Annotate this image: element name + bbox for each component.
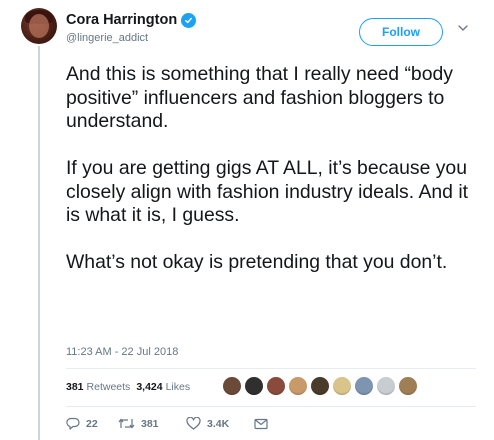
liker-avatar[interactable] — [244, 376, 264, 396]
reply-count: 22 — [86, 417, 98, 430]
reply-icon — [66, 417, 80, 430]
divider — [66, 406, 476, 407]
tweet-text: And this is something that I really need… — [66, 63, 476, 275]
likes-count: 3,424 — [136, 381, 163, 393]
avatar[interactable] — [21, 8, 57, 44]
retweet-button[interactable]: 381 — [118, 417, 186, 430]
direct-message-button[interactable] — [254, 418, 274, 430]
tweet-paragraph: If you are getting gigs AT ALL, it’s bec… — [66, 157, 469, 226]
author-name-row: Cora Harrington — [66, 12, 197, 28]
follow-button[interactable]: Follow — [359, 18, 443, 46]
like-count: 3.4K — [207, 417, 230, 430]
author-name[interactable]: Cora Harrington — [66, 12, 177, 28]
liker-avatars — [222, 376, 420, 396]
tweet-actions: 22 381 3.4K — [66, 417, 274, 430]
like-icon — [186, 417, 201, 430]
tweet: Cora Harrington @lingerie_addict Follow … — [0, 0, 494, 440]
like-button[interactable]: 3.4K — [186, 417, 254, 430]
tweet-paragraph: And this is something that I really need… — [66, 63, 453, 132]
likes-stat[interactable]: 3,424 Likes — [136, 381, 190, 393]
liker-avatar[interactable] — [332, 376, 352, 396]
liker-avatar[interactable] — [266, 376, 286, 396]
reply-button[interactable]: 22 — [66, 417, 118, 430]
verified-badge-icon — [181, 12, 197, 28]
liker-avatar[interactable] — [354, 376, 374, 396]
retweets-label: Retweets — [86, 381, 131, 393]
author-handle[interactable]: @lingerie_addict — [66, 32, 148, 44]
tweet-timestamp[interactable]: 11:23 AM - 22 Jul 2018 — [66, 346, 178, 358]
tweet-paragraph: What’s not okay is pretending that you d… — [66, 251, 448, 273]
liker-avatar[interactable] — [310, 376, 330, 396]
retweets-stat[interactable]: 381 Retweets — [66, 381, 130, 393]
thread-line — [38, 46, 40, 440]
engagement-stats: 381 Retweets 3,424 Likes — [66, 381, 196, 393]
divider — [66, 368, 476, 369]
chevron-down-icon[interactable] — [457, 22, 469, 34]
retweet-icon — [118, 418, 135, 429]
liker-avatar[interactable] — [288, 376, 308, 396]
retweets-count: 381 — [66, 381, 84, 393]
retweet-count: 381 — [141, 417, 159, 430]
liker-avatar[interactable] — [222, 376, 242, 396]
liker-avatar[interactable] — [398, 376, 418, 396]
likes-label: Likes — [165, 381, 191, 393]
direct-message-icon — [254, 418, 268, 429]
liker-avatar[interactable] — [376, 376, 396, 396]
